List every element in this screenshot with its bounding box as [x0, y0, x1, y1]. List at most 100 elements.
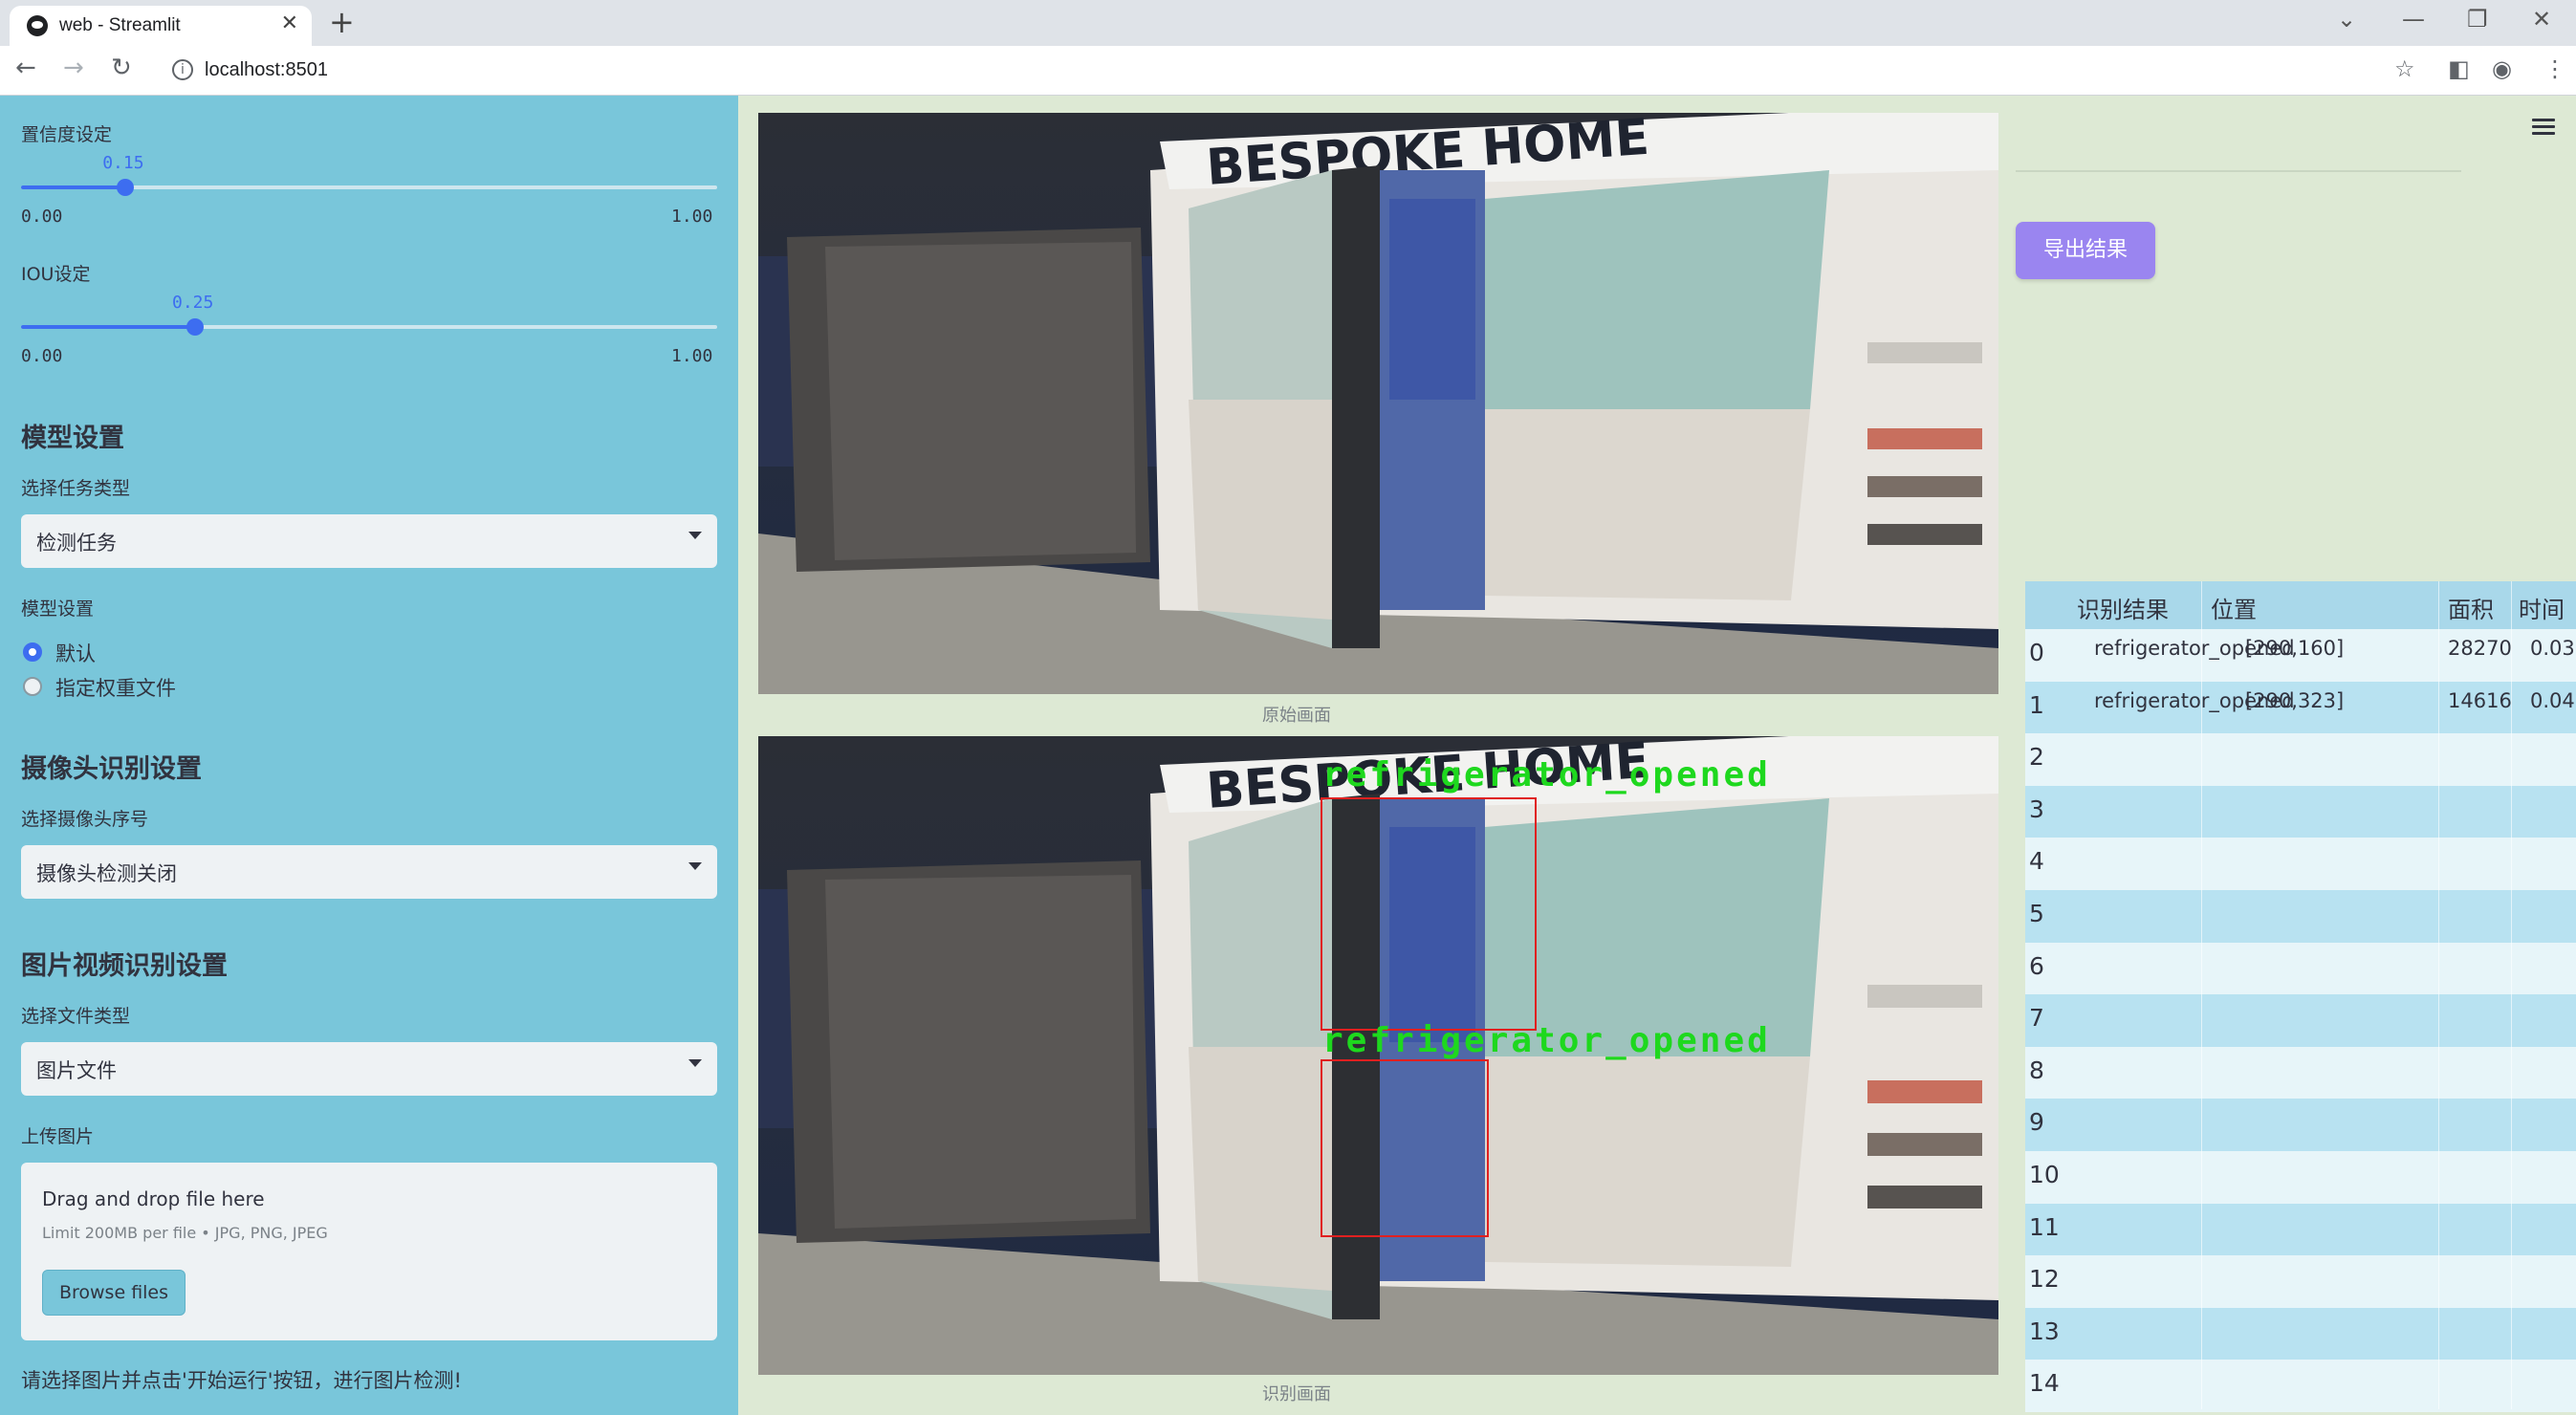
row-index: 9 [2029, 1108, 2044, 1137]
original-image-caption: 原始画面 [1262, 706, 1331, 726]
cell-position: [290,323] [2245, 688, 2345, 712]
side-panel-icon[interactable]: ◧ [2448, 55, 2470, 82]
back-icon[interactable]: ← [15, 54, 36, 82]
window-close-icon[interactable]: ✕ [2532, 6, 2551, 33]
radio-default-label[interactable]: 默认 [55, 639, 96, 667]
confidence-label: 置信度设定 [21, 124, 113, 145]
table-row[interactable]: 0 refrigerator_opened [290,160] 28270 0.03 [2025, 629, 2576, 682]
file-settings-heading: 图片视频识别设置 [21, 951, 228, 981]
new-tab-icon[interactable]: + [329, 4, 355, 40]
profile-avatar-icon[interactable]: ◉ [2492, 55, 2512, 82]
row-index: 1 [2029, 690, 2044, 719]
right-divider [2016, 170, 2461, 172]
url-field[interactable]: i localhost:8501 [159, 53, 2390, 89]
export-results-button[interactable]: 导出结果 [2016, 222, 2155, 279]
row-index: 2 [2029, 743, 2044, 772]
cell-position: [290,160] [2245, 637, 2345, 660]
row-index: 10 [2029, 1161, 2060, 1188]
result-image: BESPOKE HOME refrigerator_opened refrige… [758, 736, 1998, 1375]
dropzone-title: Drag and drop file here [42, 1187, 265, 1210]
bookmark-star-icon[interactable]: ☆ [2394, 55, 2415, 82]
table-row[interactable]: 7 [2025, 994, 2576, 1047]
tab-close-icon[interactable]: ✕ [281, 11, 298, 35]
table-row[interactable]: 10 [2025, 1151, 2576, 1204]
camera-index-label: 选择摄像头序号 [21, 809, 149, 830]
camera-index-select[interactable]: 摄像头检测关闭 [21, 845, 717, 899]
table-header: 识别结果 位置 面积 时间 [2025, 581, 2576, 629]
file-type-select[interactable]: 图片文件 [21, 1042, 717, 1096]
detection-label-1: refrigerator_opened [1322, 755, 1771, 795]
file-dropzone[interactable]: Drag and drop file here Limit 200MB per … [21, 1163, 717, 1340]
tab-search-chevron-icon[interactable]: ⌄ [2337, 6, 2356, 33]
table-row[interactable]: 12 [2025, 1255, 2576, 1308]
row-index: 0 [2029, 639, 2044, 666]
header-area[interactable]: 面积 [2448, 591, 2494, 624]
browse-files-button[interactable]: Browse files [42, 1270, 186, 1316]
iou-label: IOU设定 [21, 264, 91, 285]
detection-box-1 [1321, 797, 1537, 1031]
radio-custom-weights-label[interactable]: 指定权重文件 [55, 673, 176, 702]
browser-tab-bar: web - Streamlit ✕ + ⌄ — ❐ ✕ [0, 0, 2576, 46]
confidence-slider-thumb[interactable] [117, 179, 135, 196]
original-image: BESPOKE HOME [758, 113, 1998, 694]
table-row[interactable]: 8 [2025, 1046, 2576, 1099]
chevron-down-icon [688, 1059, 702, 1067]
column-divider [2511, 581, 2512, 1409]
row-index: 6 [2029, 951, 2044, 980]
table-row[interactable]: 6 [2025, 942, 2576, 995]
column-divider [2438, 581, 2439, 1409]
minimize-icon[interactable]: — [2402, 6, 2425, 33]
upload-label: 上传图片 [21, 1126, 95, 1147]
detection-box-2 [1321, 1059, 1489, 1237]
site-info-icon[interactable]: i [172, 59, 193, 80]
browser-tab[interactable]: web - Streamlit ✕ [10, 6, 312, 46]
original-image-drawing: BESPOKE HOME [758, 113, 1998, 694]
iou-max: 1.00 [671, 346, 713, 366]
model-select-label: 模型设置 [21, 599, 95, 620]
hamburger-menu-icon[interactable] [2532, 119, 2555, 136]
row-index: 14 [2029, 1369, 2060, 1398]
file-type-value: 图片文件 [36, 1059, 117, 1082]
confidence-min: 0.00 [21, 207, 63, 227]
row-index: 12 [2029, 1265, 2060, 1294]
iou-value: 0.25 [172, 293, 214, 313]
table-row[interactable]: 4 [2025, 838, 2576, 890]
task-type-label: 选择任务类型 [21, 478, 131, 499]
table-row[interactable]: 14 [2025, 1360, 2576, 1412]
table-row[interactable]: 11 [2025, 1203, 2576, 1256]
iou-min: 0.00 [21, 346, 63, 366]
forward-icon[interactable]: → [63, 54, 84, 82]
sidebar: 置信度设定 0.15 0.00 1.00 IOU设定 0.25 0.00 1.0… [0, 96, 738, 1415]
table-row[interactable]: 3 [2025, 785, 2576, 838]
iou-slider-thumb[interactable] [186, 318, 204, 336]
radio-custom-weights[interactable] [23, 677, 42, 696]
confidence-max: 1.00 [671, 207, 713, 227]
camera-index-value: 摄像头检测关闭 [36, 862, 177, 885]
reload-icon[interactable]: ↻ [111, 54, 132, 82]
table-row[interactable]: 13 [2025, 1307, 2576, 1361]
url-text: localhost:8501 [205, 59, 328, 80]
iou-slider[interactable] [21, 318, 717, 336]
result-image-caption: 识别画面 [1262, 1384, 1331, 1404]
table-row[interactable]: 5 [2025, 890, 2576, 943]
header-position[interactable]: 位置 [2211, 591, 2257, 624]
header-result[interactable]: 识别结果 [2077, 591, 2169, 624]
table-row[interactable]: 1 refrigerator_opened [290,323] 14616 0.04 [2025, 681, 2576, 734]
row-index: 11 [2029, 1212, 2060, 1241]
cell-area: 28270 [2448, 637, 2512, 660]
row-index: 13 [2029, 1317, 2060, 1345]
confidence-slider-fill [21, 185, 126, 189]
detection-label-2: refrigerator_opened [1322, 1021, 1771, 1060]
restore-icon[interactable]: ❐ [2467, 6, 2488, 33]
header-time[interactable]: 时间 [2519, 591, 2565, 624]
radio-default[interactable] [23, 642, 42, 662]
browser-menu-icon[interactable]: ⋮ [2543, 55, 2566, 82]
confidence-slider[interactable] [21, 179, 717, 196]
cell-area: 14616 [2448, 688, 2512, 712]
task-type-select[interactable]: 检测任务 [21, 514, 717, 568]
table-row[interactable]: 9 [2025, 1099, 2576, 1151]
cell-time: 0.03 [2530, 637, 2575, 660]
table-row[interactable]: 2 [2025, 733, 2576, 786]
row-index: 4 [2029, 847, 2044, 876]
confidence-value: 0.15 [102, 153, 144, 173]
